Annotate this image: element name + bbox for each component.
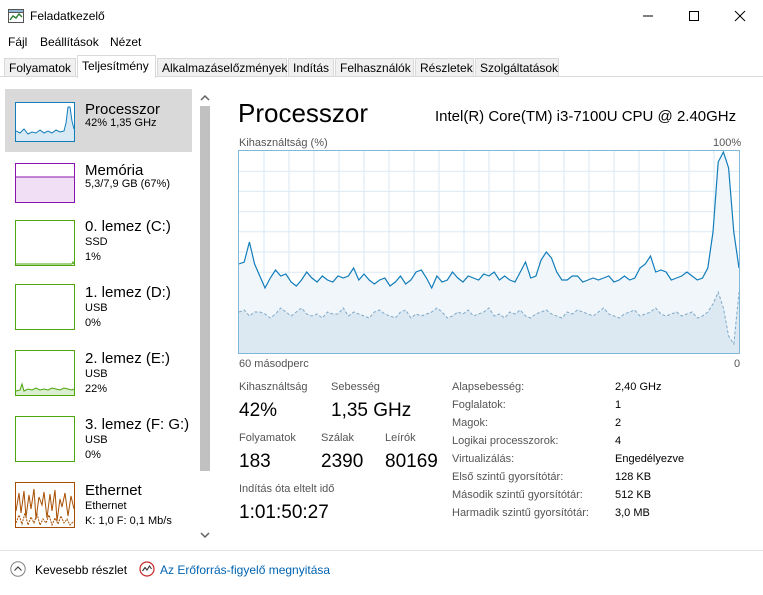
cpu-utilization-graph [238, 150, 740, 354]
resource-monitor-icon [139, 561, 155, 577]
sidebar-disk-e-title: 2. lemez (E:) [85, 350, 171, 367]
ethernet-thumbnail-graph [15, 482, 75, 528]
spec-value-base-speed: 2,40 GHz [615, 381, 662, 393]
tab-app-history[interactable]: Alkalmazáselőzmények [157, 58, 287, 77]
spec-label-sockets: Foglalatok: [452, 399, 506, 411]
scroll-down-icon[interactable] [199, 529, 211, 541]
sidebar-ethernet-adapter: Ethernet [85, 500, 127, 512]
open-resource-monitor-link[interactable]: Az Erőforrás-figyelő megnyitása [160, 563, 330, 577]
sidebar-disk-fg-title: 3. lemez (F: G:) [85, 416, 190, 433]
tab-strip: Folyamatok Teljesítmény Alkalmazáselőzmé… [0, 55, 763, 78]
disk-fg-thumbnail-graph [15, 416, 75, 462]
tab-performance[interactable]: Teljesítmény [77, 55, 156, 78]
spec-label-cores: Magok: [452, 417, 489, 429]
spec-label-virtualization: Virtualizálás: [452, 453, 515, 465]
sidebar-item-disk-fg[interactable]: 3. lemez (F: G:) USB 0% [5, 409, 192, 472]
utilization-value: 42% [239, 400, 278, 421]
memory-thumbnail-graph [15, 163, 75, 203]
sidebar-item-disk-e[interactable]: 2. lemez (E:) USB 22% [5, 343, 192, 406]
chevron-up-circle-icon[interactable] [10, 561, 26, 577]
tab-details[interactable]: Részletek [415, 58, 474, 77]
sidebar-scrollbar[interactable] [196, 88, 213, 544]
maximize-icon [689, 11, 699, 21]
tab-processes[interactable]: Folyamatok [4, 58, 76, 77]
close-button[interactable] [717, 0, 763, 32]
disk-c-thumbnail-graph [15, 220, 75, 266]
minimize-icon [643, 15, 653, 17]
graph-now-label: 0 [734, 358, 741, 370]
window-title: Feladatkezelő [30, 9, 105, 23]
fewer-details-link[interactable]: Kevesebb részlet [35, 563, 127, 577]
sidebar-disk-fg-usage: 0% [85, 449, 101, 461]
handles-label: Leírók [385, 432, 416, 444]
spec-value-virtualization: Engedélyezve [615, 453, 685, 465]
uptime-value: 1:01:50:27 [239, 502, 329, 523]
sidebar-disk-d-type: USB [85, 302, 108, 314]
tab-users[interactable]: Felhasználók [335, 58, 414, 77]
graph-max-label: 100% [713, 137, 742, 149]
sidebar-item-ethernet[interactable]: Ethernet Ethernet K: 1,0 F: 0,1 Mb/s [5, 475, 192, 538]
minimize-button[interactable] [625, 0, 671, 32]
spec-value-sockets: 1 [615, 399, 622, 411]
cpu-thumbnail-graph [15, 102, 75, 142]
sidebar-cpu-title: Processzor [85, 101, 161, 118]
spec-label-l3-cache: Harmadik szintű gyorsítótár: [452, 507, 589, 519]
spec-value-l1-cache: 128 KB [615, 471, 652, 483]
sidebar-disk-c-usage: 1% [85, 251, 101, 263]
disk-d-thumbnail-graph [15, 284, 75, 330]
graph-time-span-label: 60 másodperc [239, 358, 309, 370]
utilization-label: Kihasználtság [239, 381, 308, 393]
spec-value-logical-processors: 4 [615, 435, 622, 447]
sidebar-ethernet-title: Ethernet [85, 482, 142, 499]
tab-startup[interactable]: Indítás [288, 58, 334, 77]
sidebar-disk-c-title: 0. lemez (C:) [85, 218, 171, 235]
sidebar-disk-e-type: USB [85, 368, 108, 380]
speed-value: 1,35 GHz [331, 400, 412, 421]
close-icon [734, 10, 746, 22]
spec-label-logical-processors: Logikai processzorok: [452, 435, 559, 447]
spec-label-l2-cache: Második szintű gyorsítótár: [452, 489, 583, 501]
menu-view[interactable]: Nézet [110, 35, 141, 49]
sidebar-disk-e-usage: 22% [85, 383, 108, 395]
sidebar-ethernet-throughput: K: 1,0 F: 0,1 Mb/s [85, 515, 172, 527]
sidebar-disk-d-title: 1. lemez (D:) [85, 284, 171, 301]
sidebar-memory-title: Memória [85, 162, 144, 179]
cpu-graph-svg [239, 151, 739, 353]
scroll-up-icon[interactable] [199, 92, 211, 104]
processes-value: 183 [239, 451, 271, 472]
spec-value-l3-cache: 3,0 MB [615, 507, 650, 519]
speed-label: Sebesség [331, 381, 380, 393]
title-bar: Feladatkezelő [0, 0, 763, 32]
graph-y-axis-label: Kihasználtság (%) [239, 137, 328, 149]
uptime-label: Indítás óta eltelt idő [239, 483, 335, 495]
sidebar-item-memory[interactable]: Memória 5,3/7,9 GB (67%) [5, 150, 192, 213]
menu-options[interactable]: Beállítások [40, 35, 99, 49]
task-manager-app-icon [8, 9, 24, 23]
disk-e-thumbnail-graph [15, 350, 75, 396]
sidebar-disk-d-usage: 0% [85, 317, 101, 329]
threads-value: 2390 [321, 451, 364, 472]
tab-services[interactable]: Szolgáltatások [475, 58, 559, 77]
processes-label: Folyamatok [239, 432, 296, 444]
handles-value: 80169 [385, 451, 438, 472]
menu-file[interactable]: Fájl [8, 35, 27, 49]
sidebar-item-disk-c[interactable]: 0. lemez (C:) SSD 1% [5, 211, 192, 274]
cpu-model-name: Intel(R) Core(TM) i3-7100U CPU @ 2.40GHz [435, 108, 737, 125]
sidebar-item-disk-d[interactable]: 1. lemez (D:) USB 0% [5, 277, 192, 340]
threads-label: Szálak [321, 432, 355, 444]
spec-label-base-speed: Alapsebesség: [452, 381, 525, 393]
sidebar-cpu-usage: 42% 1,35 GHz [85, 117, 157, 129]
page-title: Processzor [238, 98, 369, 128]
maximize-button[interactable] [671, 0, 717, 32]
spec-value-l2-cache: 512 KB [615, 489, 652, 501]
sidebar-disk-fg-type: USB [85, 434, 108, 446]
sidebar-item-cpu[interactable]: Processzor 42% 1,35 GHz [5, 89, 192, 152]
sidebar-disk-c-type: SSD [85, 236, 108, 248]
scrollbar-thumb[interactable] [200, 106, 210, 471]
spec-value-cores: 2 [615, 417, 622, 429]
menu-bar: Fájl Beállítások Nézet [0, 32, 763, 52]
spec-label-l1-cache: Első szintű gyorsítótár: [452, 471, 564, 483]
sidebar-memory-usage: 5,3/7,9 GB (67%) [85, 178, 170, 190]
footer-divider [0, 550, 763, 551]
